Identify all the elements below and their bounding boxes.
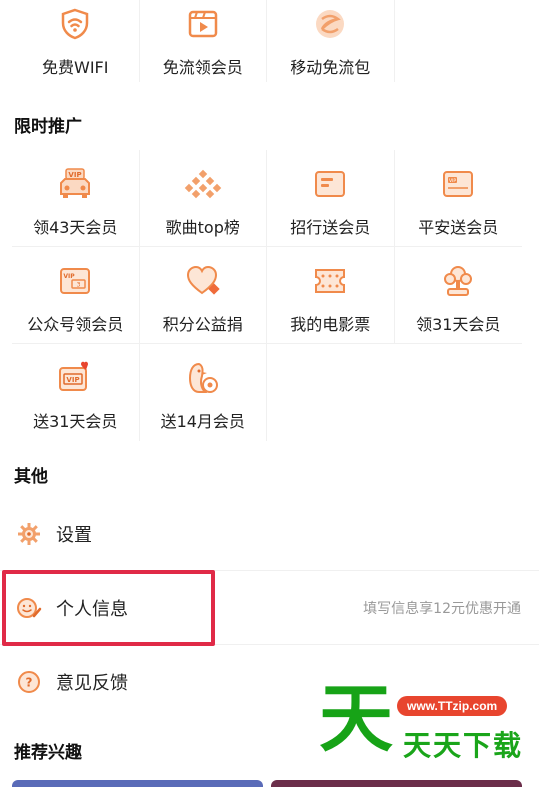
svg-text:VIP: VIP xyxy=(64,273,76,280)
interest-section-title: 推荐兴趣 xyxy=(14,743,82,763)
promo-item-label: 招行送会员 xyxy=(290,218,371,237)
promo-item-wechat-account[interactable]: VIP 3 公众号领会员 xyxy=(12,247,140,344)
top-services-grid: 免费WIFI 免流领会员 移动免流包 xyxy=(12,0,522,82)
wifi-shield-icon xyxy=(55,4,95,44)
question-icon: ? xyxy=(16,669,42,695)
promo-item-label: 领31天会员 xyxy=(416,315,501,334)
promo-item-song-top[interactable]: 歌曲top榜 xyxy=(139,150,267,247)
promo-item-label: 公众号领会员 xyxy=(27,315,124,334)
settings-label: 设置 xyxy=(56,524,92,546)
other-section-title: 其他 xyxy=(14,467,48,487)
settings-item[interactable]: 设置 xyxy=(0,497,539,571)
promo-item-points-donate[interactable]: 积分公益捐 xyxy=(139,247,267,344)
vip-car-icon: VIP xyxy=(55,164,95,204)
promo-item-send-14-months[interactable]: 送14月会员 xyxy=(140,344,267,441)
svg-text:3: 3 xyxy=(77,282,81,289)
personal-info-item[interactable]: 个人信息 填写信息享12元优惠开通 xyxy=(0,571,539,645)
promo-item-label: 我的电影票 xyxy=(290,315,371,334)
gear-icon xyxy=(16,521,42,547)
watermark-site: www.TTzip.com xyxy=(397,696,508,716)
promo-item-cmb-vip[interactable]: 招行送会员 xyxy=(267,150,395,247)
promo-empty xyxy=(395,344,523,441)
penguin-icon xyxy=(183,358,223,398)
promo-item-pingan-vip[interactable]: VIP 平安送会员 xyxy=(394,150,522,247)
heart-icon xyxy=(183,261,223,301)
promo-item-label: 歌曲top榜 xyxy=(165,218,240,237)
gift-tree-icon xyxy=(438,261,478,301)
service-label: 免费WIFI xyxy=(42,58,109,77)
promo-grid: VIP 领43天会员 歌曲top榜 招行送会员 VIP 平安送会员 VIP 3 公… xyxy=(12,150,522,441)
service-empty xyxy=(395,0,523,82)
service-mobile-flow-pack[interactable]: 移动免流包 xyxy=(267,0,395,82)
video-play-icon xyxy=(183,4,223,44)
watermark-big-char: 天 xyxy=(319,676,393,762)
svg-text:VIP: VIP xyxy=(69,171,82,179)
interest-banner[interactable] xyxy=(12,780,263,787)
vip-heart-icon: VIP xyxy=(55,358,95,398)
promo-item-label: 平安送会员 xyxy=(418,218,499,237)
interest-banner[interactable] xyxy=(271,780,522,787)
service-free-wifi[interactable]: 免费WIFI xyxy=(12,0,140,82)
vip-ticket-icon: VIP 3 xyxy=(55,261,95,301)
service-label: 移动免流包 xyxy=(290,58,371,77)
other-list: 设置 个人信息 填写信息享12元优惠开通 ? 意见反馈 xyxy=(0,497,539,719)
personal-info-label: 个人信息 xyxy=(56,598,128,620)
promo-item-my-movie-tickets[interactable]: 我的电影票 xyxy=(267,247,395,344)
watermark-name: 天天下载 xyxy=(403,729,524,762)
svg-text:?: ? xyxy=(26,676,33,690)
dots-chart-icon xyxy=(183,164,223,204)
vip-card-icon: VIP xyxy=(438,164,478,204)
personal-info-hint: 填写信息享12元优惠开通 xyxy=(363,600,521,617)
svg-text:VIP: VIP xyxy=(67,376,80,384)
china-mobile-icon xyxy=(310,4,350,44)
promo-item-label: 送31天会员 xyxy=(33,412,118,431)
card-icon xyxy=(310,164,350,204)
promo-item-send-31-days[interactable]: VIP 送31天会员 xyxy=(12,344,140,441)
film-ticket-icon xyxy=(310,261,350,301)
promo-item-43-days[interactable]: VIP 领43天会员 xyxy=(12,150,140,247)
watermark-logo: 天 www.TTzip.com 天天下载 xyxy=(319,682,529,762)
service-free-flow-vip[interactable]: 免流领会员 xyxy=(140,0,267,82)
promo-item-label: 送14月会员 xyxy=(160,412,245,431)
smile-edit-icon xyxy=(16,595,42,621)
promo-empty xyxy=(267,344,395,441)
promo-item-label: 领43天会员 xyxy=(33,218,118,237)
svg-text:VIP: VIP xyxy=(449,178,456,184)
promo-item-31-days[interactable]: 领31天会员 xyxy=(394,247,522,344)
promo-item-label: 积分公益捐 xyxy=(162,315,243,334)
promo-section-title: 限时推广 xyxy=(14,117,82,137)
interest-banners xyxy=(12,780,522,787)
service-label: 免流领会员 xyxy=(162,58,243,77)
